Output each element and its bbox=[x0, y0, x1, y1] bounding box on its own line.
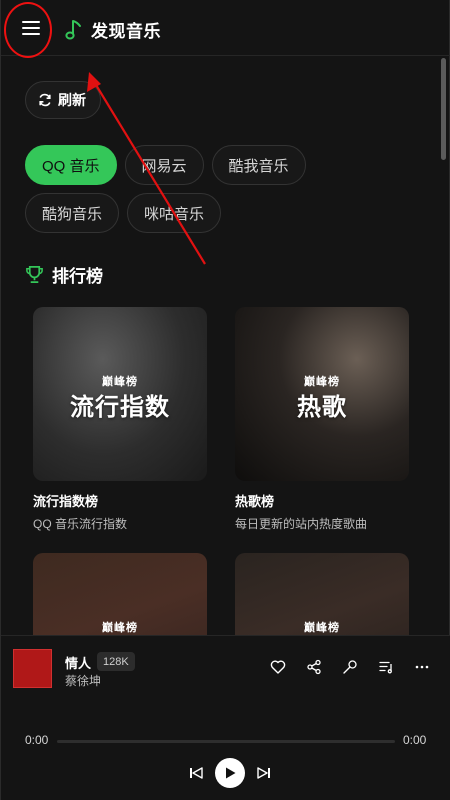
time-current: 0:00 bbox=[25, 733, 49, 747]
playlist-button[interactable] bbox=[377, 658, 395, 676]
share-icon bbox=[307, 659, 321, 675]
chart-name: 热歌榜 bbox=[235, 494, 275, 509]
playlist-icon bbox=[379, 661, 392, 674]
quality-badge: 128K bbox=[97, 652, 135, 671]
playback-controls bbox=[187, 758, 273, 788]
next-icon bbox=[257, 767, 270, 779]
discover-content: 刷新 QQ 音乐 网易云 酷我音乐 酷狗音乐 咪咕音乐 排行榜 巅峰榜 流行指数 bbox=[1, 57, 450, 635]
refresh-icon bbox=[39, 93, 51, 107]
share-button[interactable] bbox=[305, 658, 323, 676]
source-tab-qq[interactable]: QQ 音乐 bbox=[25, 145, 117, 185]
music-note-icon bbox=[65, 19, 81, 39]
previous-icon bbox=[190, 767, 203, 779]
chart-cover-title: 流行指数 bbox=[70, 394, 170, 421]
header: 发现音乐 bbox=[1, 0, 450, 56]
chart-cover: 巅峰榜 bbox=[235, 553, 409, 635]
player-actions bbox=[269, 658, 431, 676]
chart-card-4[interactable]: 巅峰榜 bbox=[235, 553, 409, 635]
source-tab-migu[interactable]: 咪咕音乐 bbox=[127, 193, 222, 233]
hamburger-menu-icon bbox=[22, 21, 40, 35]
chart-card-popular[interactable]: 巅峰榜 流行指数 流行指数榜 QQ 音乐流行指数 bbox=[33, 307, 207, 532]
chart-desc: QQ 音乐流行指数 bbox=[33, 517, 128, 531]
chart-card-hot[interactable]: 巅峰榜 热歌 热歌榜 每日更新的站内热度歌曲 bbox=[235, 307, 409, 532]
chart-cover: 巅峰榜 bbox=[33, 553, 207, 635]
chart-card-3[interactable]: 巅峰榜 bbox=[33, 553, 207, 635]
title-wrap: 发现音乐 bbox=[65, 17, 161, 42]
refresh-label: 刷新 bbox=[58, 92, 86, 108]
section-title: 排行榜 bbox=[25, 262, 103, 287]
chart-cover: 巅峰榜 热歌 bbox=[235, 307, 409, 481]
chart-badge: 巅峰榜 bbox=[102, 622, 138, 634]
time-total: 0:00 bbox=[403, 733, 427, 747]
microphone-icon bbox=[343, 660, 357, 674]
next-button[interactable] bbox=[255, 764, 273, 782]
chart-name: 流行指数榜 bbox=[33, 494, 99, 509]
chart-badge: 巅峰榜 bbox=[304, 622, 340, 634]
page-title: 发现音乐 bbox=[91, 22, 161, 41]
like-button[interactable] bbox=[269, 658, 287, 676]
previous-button[interactable] bbox=[187, 764, 205, 782]
lyrics-button[interactable] bbox=[341, 658, 359, 676]
artist-name: 蔡徐坤 bbox=[65, 674, 102, 688]
more-button[interactable] bbox=[413, 658, 431, 676]
player-bar: 情人 128K 蔡徐坤 0:00 0:00 bbox=[1, 635, 450, 800]
song-title: 情人 bbox=[65, 656, 92, 671]
source-tab-kugou[interactable]: 酷狗音乐 bbox=[25, 193, 120, 233]
menu-button[interactable] bbox=[11, 10, 51, 46]
section-title-label: 排行榜 bbox=[52, 267, 103, 286]
refresh-button[interactable]: 刷新 bbox=[25, 81, 101, 119]
trophy-icon bbox=[26, 266, 43, 283]
heart-icon bbox=[270, 660, 286, 674]
play-button[interactable] bbox=[215, 758, 245, 788]
chart-cover-title: 热歌 bbox=[297, 394, 347, 421]
progress-bar[interactable] bbox=[57, 740, 395, 743]
chart-cover: 巅峰榜 流行指数 bbox=[33, 307, 207, 481]
chart-desc: 每日更新的站内热度歌曲 bbox=[235, 517, 368, 531]
scrollbar[interactable] bbox=[441, 58, 446, 160]
album-art[interactable] bbox=[13, 649, 52, 688]
source-tab-netease[interactable]: 网易云 bbox=[124, 145, 204, 185]
source-tabs: QQ 音乐 网易云 酷我音乐 酷狗音乐 咪咕音乐 bbox=[25, 145, 405, 233]
play-icon bbox=[226, 767, 236, 779]
app-window: 发现音乐 刷新 QQ 音乐 网易云 酷我音乐 酷狗音乐 咪咕音乐 排行榜 巅峰榜… bbox=[0, 0, 450, 800]
source-tab-kuwo[interactable]: 酷我音乐 bbox=[211, 145, 306, 185]
more-icon bbox=[415, 665, 429, 669]
